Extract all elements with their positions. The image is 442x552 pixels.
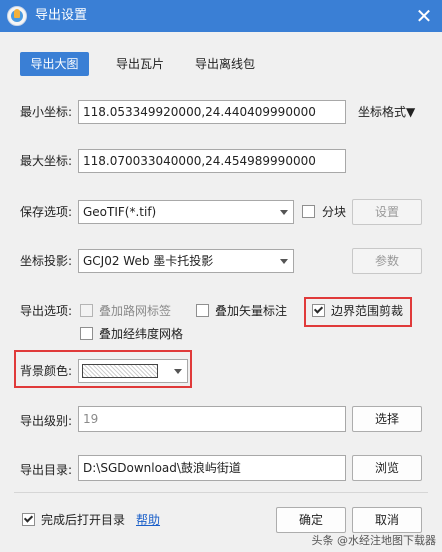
min-coord-label: 最小坐标: [20, 105, 73, 119]
close-icon[interactable]: ✕ [412, 4, 436, 28]
open-after-checkbox[interactable] [22, 513, 35, 526]
export-dir-label: 导出目录: [20, 463, 73, 477]
projection-select[interactable]: GCJ02 Web 墨卡托投影 [78, 249, 294, 273]
vector-labels-label: 叠加矢量标注 [215, 304, 288, 318]
max-coord-input[interactable]: 118.070033040000,24.454989990000 [78, 149, 346, 173]
settings-button[interactable]: 设置 [352, 199, 422, 225]
save-format-value: GeoTIF(*.tif) [83, 205, 157, 219]
background-color-label: 背景颜色: [20, 364, 73, 378]
tab-export-offline-package[interactable]: 导出离线包 [190, 52, 260, 76]
road-labels-label: 叠加路网标签 [99, 304, 172, 318]
max-coord-label: 最大坐标: [20, 154, 73, 168]
clip-boundary-checkbox[interactable] [312, 304, 325, 317]
graticule-checkbox[interactable] [80, 327, 93, 340]
background-color-swatch [82, 364, 158, 378]
split-label: 分块 [322, 205, 347, 219]
app-logo-icon [7, 6, 27, 26]
browse-button[interactable]: 浏览 [352, 455, 422, 481]
title-bar: 导出设置 ✕ [0, 0, 442, 32]
road-labels-checkbox[interactable] [80, 304, 93, 317]
tab-export-image[interactable]: 导出大图 [20, 52, 89, 76]
clip-boundary-label: 边界范围剪裁 [331, 304, 404, 318]
chevron-down-icon [280, 210, 288, 215]
export-level-label: 导出级别: [20, 414, 73, 428]
vector-labels-checkbox[interactable] [196, 304, 209, 317]
projection-label: 坐标投影: [20, 254, 73, 268]
footer-divider [14, 492, 428, 493]
open-after-label: 完成后打开目录 [41, 513, 126, 527]
check-icon [23, 513, 34, 523]
save-format-select[interactable]: GeoTIF(*.tif) [78, 200, 294, 224]
watermark-text: 头条 @水经注地图下载器 [311, 534, 437, 547]
params-button[interactable]: 参数 [352, 248, 422, 274]
check-icon [313, 304, 324, 314]
chevron-down-icon [280, 259, 288, 264]
export-options-label: 导出选项: [20, 304, 73, 318]
save-option-label: 保存选项: [20, 205, 73, 219]
min-coord-input[interactable]: 118.053349920000,24.440409990000 [78, 100, 346, 124]
export-dir-input[interactable]: D:\SGDownload\鼓浪屿街道 [78, 455, 346, 481]
coord-format-menu[interactable]: 坐标格式▼ [358, 104, 415, 120]
split-checkbox[interactable] [302, 205, 315, 218]
export-level-input[interactable]: 19 [78, 406, 346, 432]
chevron-down-icon [174, 369, 182, 374]
window-title: 导出设置 [35, 8, 88, 23]
projection-value: GCJ02 Web 墨卡托投影 [83, 254, 214, 268]
ok-button[interactable]: 确定 [276, 507, 346, 533]
graticule-label: 叠加经纬度网格 [99, 327, 184, 341]
help-link[interactable]: 帮助 [136, 512, 160, 528]
select-level-button[interactable]: 选择 [352, 406, 422, 432]
tab-export-tiles[interactable]: 导出瓦片 [107, 52, 173, 76]
cancel-button[interactable]: 取消 [352, 507, 422, 533]
